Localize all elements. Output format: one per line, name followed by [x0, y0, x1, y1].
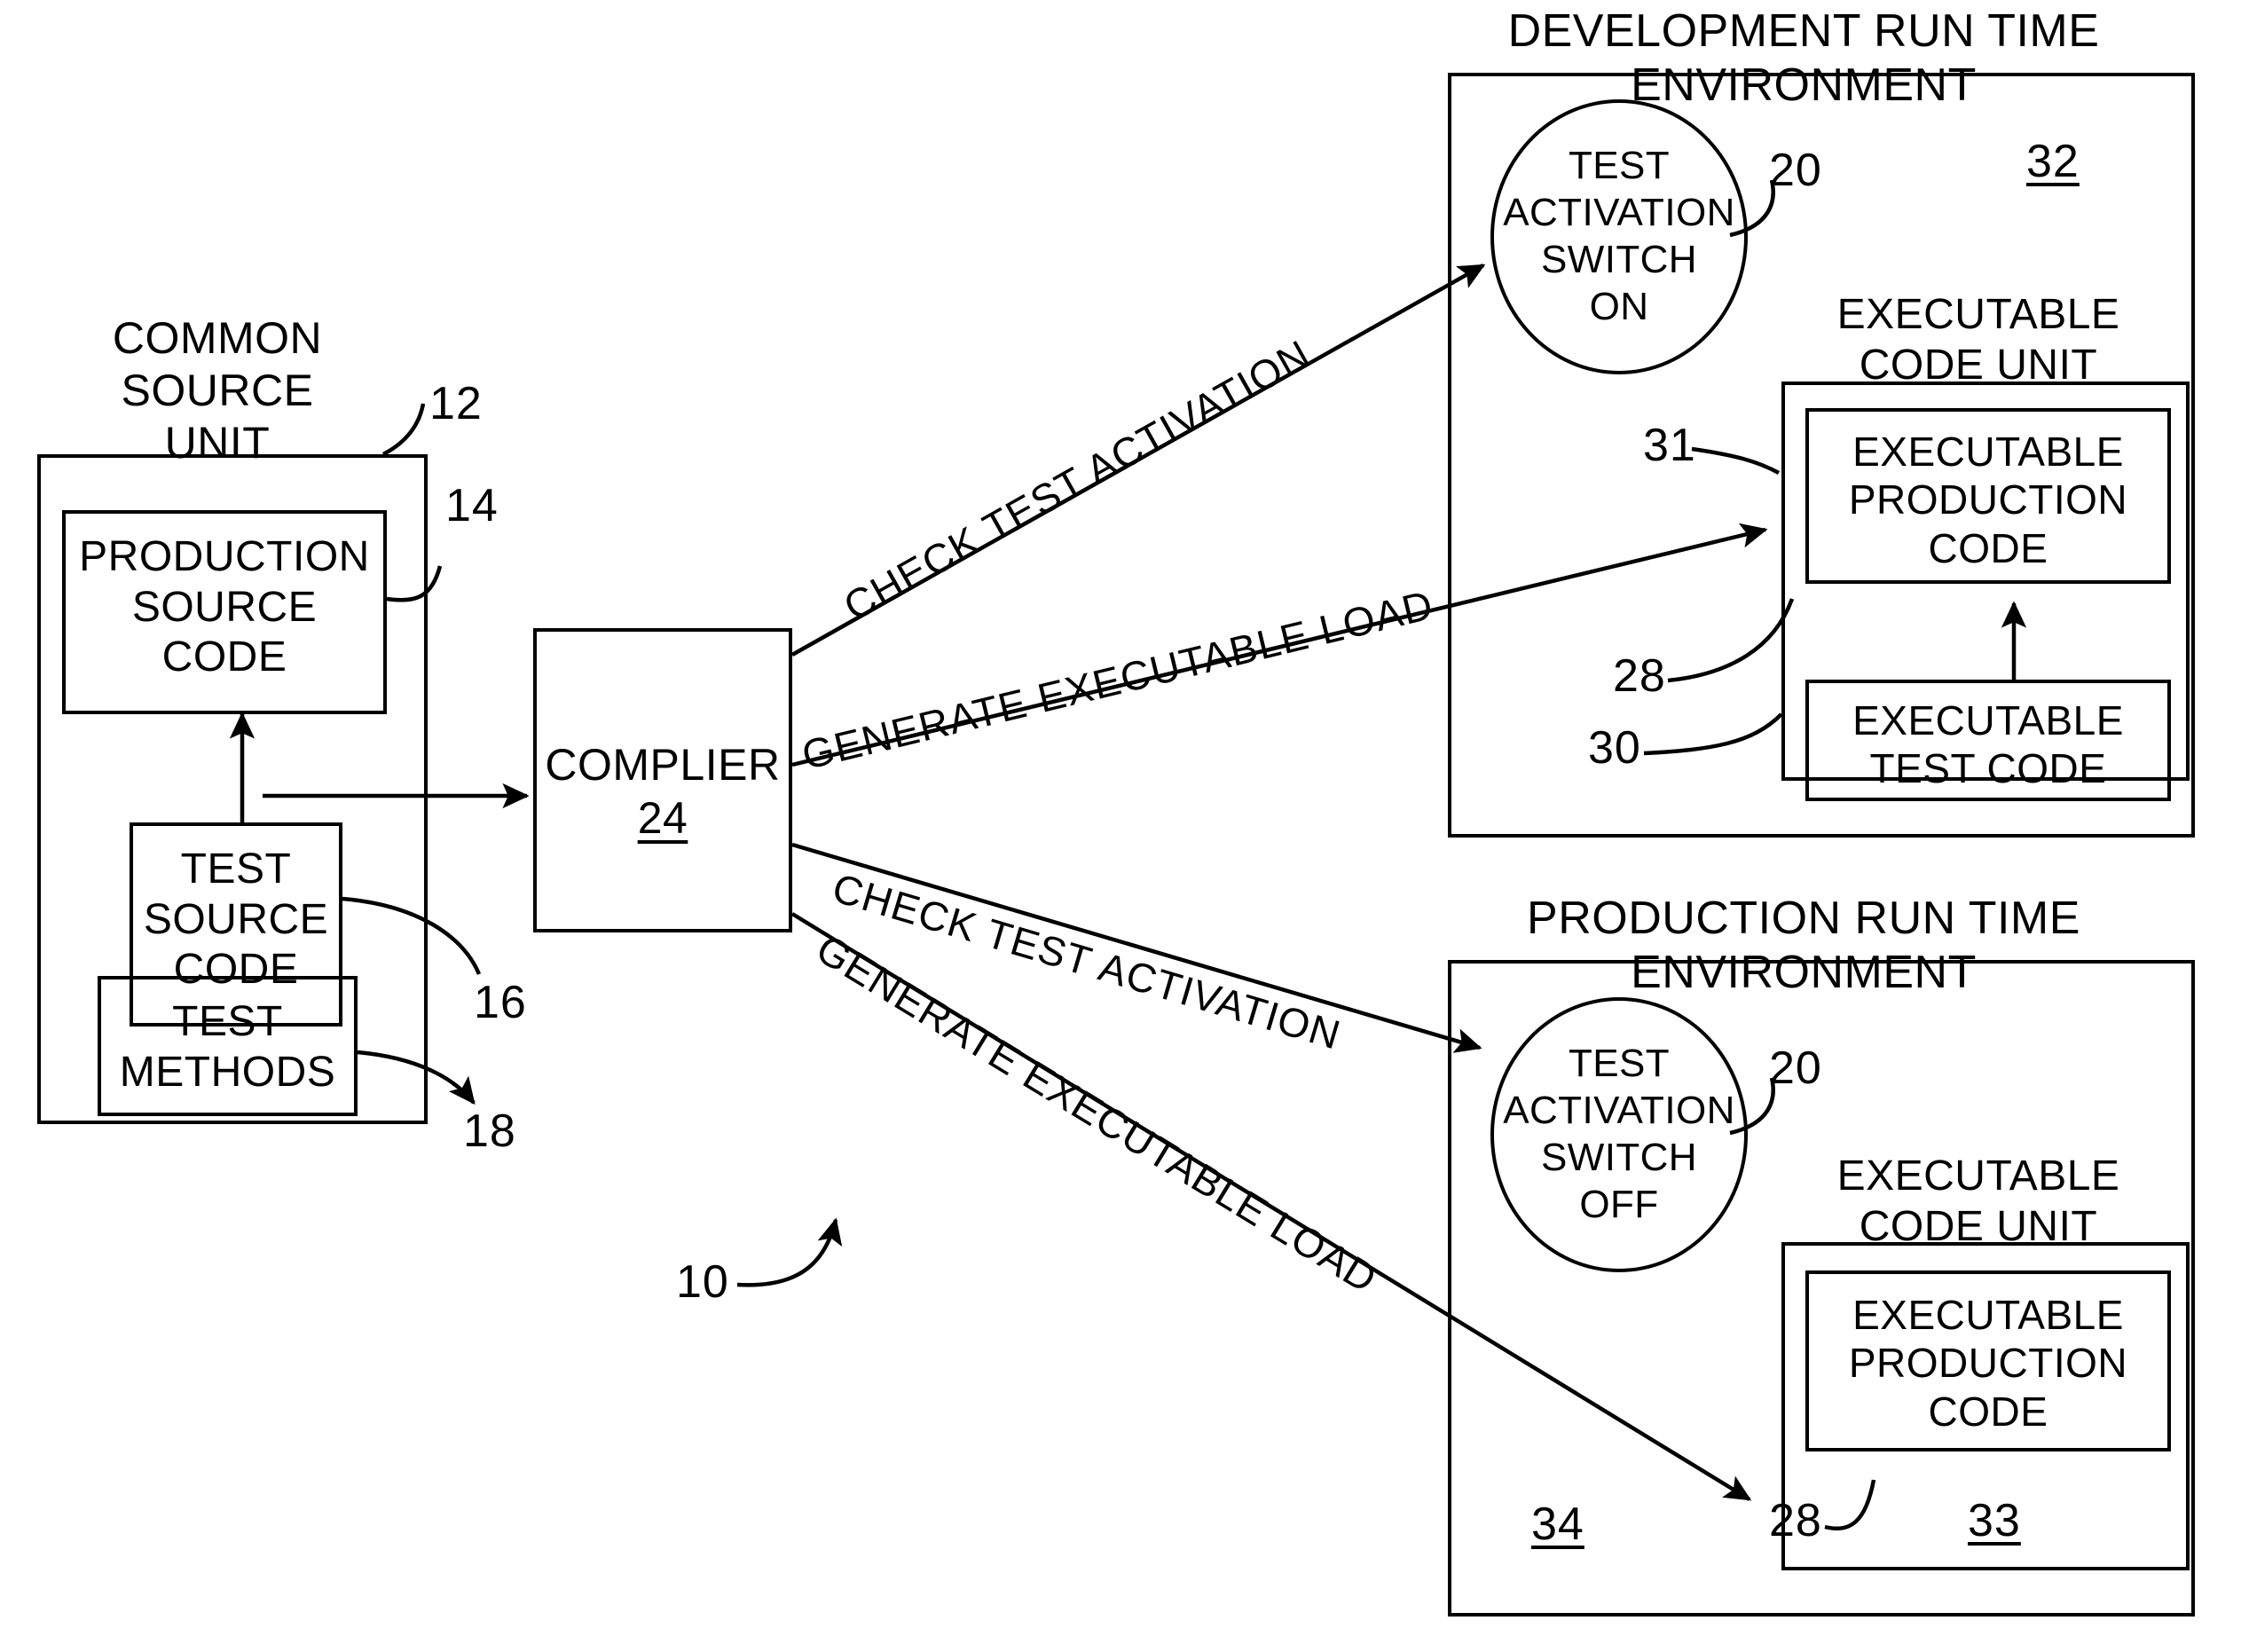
- dev-test-activation-switch: TEST ACTIVATION SWITCH ON: [1490, 99, 1748, 374]
- prod-switch-label: TEST ACTIVATION SWITCH OFF: [1503, 1042, 1735, 1226]
- production-source-code-label: PRODUCTION SOURCE CODE: [79, 533, 370, 681]
- common-source-unit-title: COMMON SOURCE UNIT: [112, 313, 323, 468]
- ref-number-dev-28: 28: [1613, 650, 1666, 702]
- ref-number-12: 12: [429, 378, 483, 429]
- prod-test-activation-switch: TEST ACTIVATION SWITCH OFF: [1490, 997, 1748, 1272]
- test-methods-label: TEST METHODS: [119, 998, 336, 1096]
- ref-number-dev-20: 20: [1769, 145, 1822, 196]
- dev-executable-production-code-label: EXECUTABLE PRODUCTION CODE: [1848, 429, 2128, 571]
- leader-line-12: [381, 403, 426, 456]
- leader-line-10: [736, 1217, 843, 1287]
- arrow-label-check-test-activation-dev: CHECK TEST ACTIVATION: [836, 330, 1318, 630]
- compiler-ref: 24: [637, 793, 688, 843]
- ref-number-prod-28: 28: [1769, 1495, 1822, 1546]
- ref-number-33: 33: [1968, 1495, 2021, 1546]
- ref-number-16: 16: [474, 977, 527, 1028]
- dev-executable-test-code-label: EXECUTABLE TEST CODE: [1852, 697, 2124, 792]
- ref-number-14: 14: [445, 480, 499, 531]
- patent-figure: COMMON SOURCE UNIT PRODUCTION SOURCE COD…: [0, 0, 2241, 1652]
- ref-number-18: 18: [463, 1105, 516, 1157]
- prod-code-unit-title: EXECUTABLE CODE UNIT: [1836, 1152, 2120, 1250]
- ref-number-prod-20: 20: [1769, 1042, 1822, 1094]
- test-source-code-label: TEST SOURCE CODE: [143, 846, 329, 994]
- ref-number-31: 31: [1643, 420, 1696, 471]
- dev-switch-label: TEST ACTIVATION SWITCH ON: [1503, 144, 1735, 328]
- prod-executable-production-code-label: EXECUTABLE PRODUCTION CODE: [1848, 1292, 2128, 1435]
- ref-number-34: 34: [1531, 1499, 1584, 1550]
- compiler-label: COMPLIER: [545, 740, 781, 790]
- ref-number-10: 10: [676, 1256, 729, 1308]
- dev-code-unit-title: EXECUTABLE CODE UNIT: [1836, 291, 2120, 389]
- arrow-label-check-test-activation-prod: CHECK TEST ACTIVATION: [827, 864, 1347, 1058]
- ref-number-32: 32: [2026, 136, 2080, 187]
- ref-number-30: 30: [1588, 722, 1641, 774]
